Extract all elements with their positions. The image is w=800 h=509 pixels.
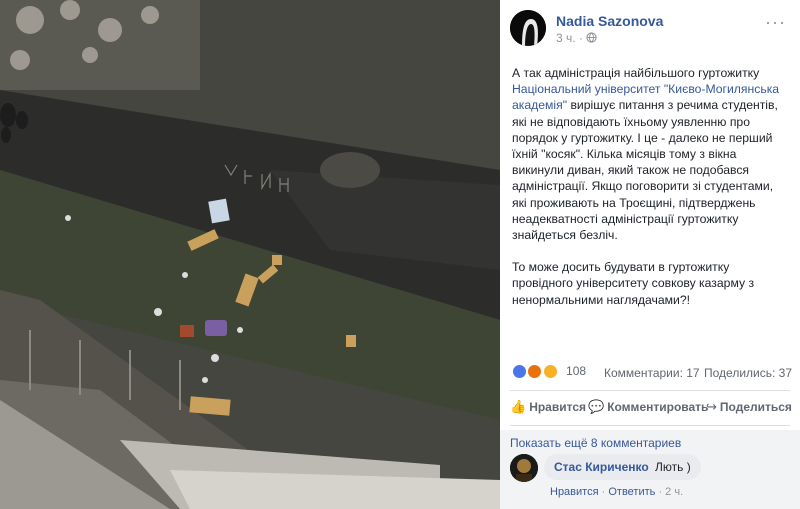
comment-button[interactable]: 💬 Комментировать [588, 399, 708, 415]
author-name[interactable]: Nadia Sazonova [556, 13, 663, 29]
shares-count[interactable]: Поделились: 37 [704, 366, 792, 380]
globe-icon[interactable] [586, 32, 597, 43]
author-avatar-image [510, 10, 546, 46]
author-avatar[interactable] [510, 10, 546, 46]
more-options-icon[interactable]: ··· [765, 12, 786, 33]
post-time[interactable]: 3 ч. [556, 31, 576, 45]
comment-label: Комментировать [607, 400, 709, 414]
post-text-part1: А так адміністрація найбільшого гуртожит… [512, 66, 760, 80]
show-more-comments-link[interactable]: Показать ещё 8 комментариев [510, 436, 681, 450]
commenter-avatar[interactable] [510, 454, 538, 482]
like-reaction-icon [512, 364, 527, 380]
comment-bubble: Стас Кириченко Лють ) [544, 454, 701, 480]
like-button[interactable]: 👍 Нравится [510, 399, 586, 415]
commenter-avatar-image [510, 454, 538, 482]
dot-separator: · [578, 31, 583, 45]
post-actions: 👍 Нравится 💬 Комментировать ↪ Поделиться [508, 393, 792, 421]
comment-time[interactable]: 2 ч. [665, 486, 683, 498]
post-photo[interactable] [0, 0, 500, 509]
reactions-count: 108 [566, 364, 587, 378]
divider [510, 425, 790, 426]
comments-section: Показать ещё 8 комментариев Стас Киричен… [500, 430, 800, 509]
comment-text: Лють ) [655, 460, 691, 474]
comment-icon: 💬 [588, 399, 605, 414]
share-button[interactable]: ↪ Поделиться [706, 399, 792, 415]
thumbs-up-icon: 👍 [510, 399, 527, 414]
comment-like-link[interactable]: Нравится [550, 486, 599, 498]
post-stats: 108 Комментарии: 17 Поделились: 37 [512, 364, 792, 384]
post-text-part2: вирішує питання з речима студентів, які … [512, 98, 778, 243]
share-label: Поделиться [719, 400, 792, 414]
post-paragraph-2: То може досить будувати в гуртожитку про… [512, 260, 755, 307]
comment-author[interactable]: Стас Кириченко [554, 460, 649, 474]
like-label: Нравится [529, 400, 587, 414]
reactions-summary[interactable]: 108 [512, 364, 587, 380]
divider [510, 390, 790, 391]
post-meta: 3 ч. · [556, 31, 597, 45]
post-header: Nadia Sazonova 3 ч. · ··· [510, 10, 790, 48]
comment-actions: Нравится · Ответить · 2 ч. [550, 486, 683, 498]
post-photo-scene [0, 0, 500, 509]
post-paragraph-1: А так адміністрація найбільшого гуртожит… [512, 65, 790, 243]
share-icon: ↪ [706, 399, 717, 414]
post-panel: Nadia Sazonova 3 ч. · ··· А так адмініст… [500, 0, 800, 509]
wow-reaction-icon [542, 364, 558, 380]
comment-reply-link[interactable]: Ответить [608, 486, 655, 498]
angry-reaction-icon [527, 364, 543, 380]
comments-count[interactable]: Комментарии: 17 [604, 366, 700, 380]
post-body: А так адміністрація найбільшого гуртожит… [512, 65, 790, 324]
